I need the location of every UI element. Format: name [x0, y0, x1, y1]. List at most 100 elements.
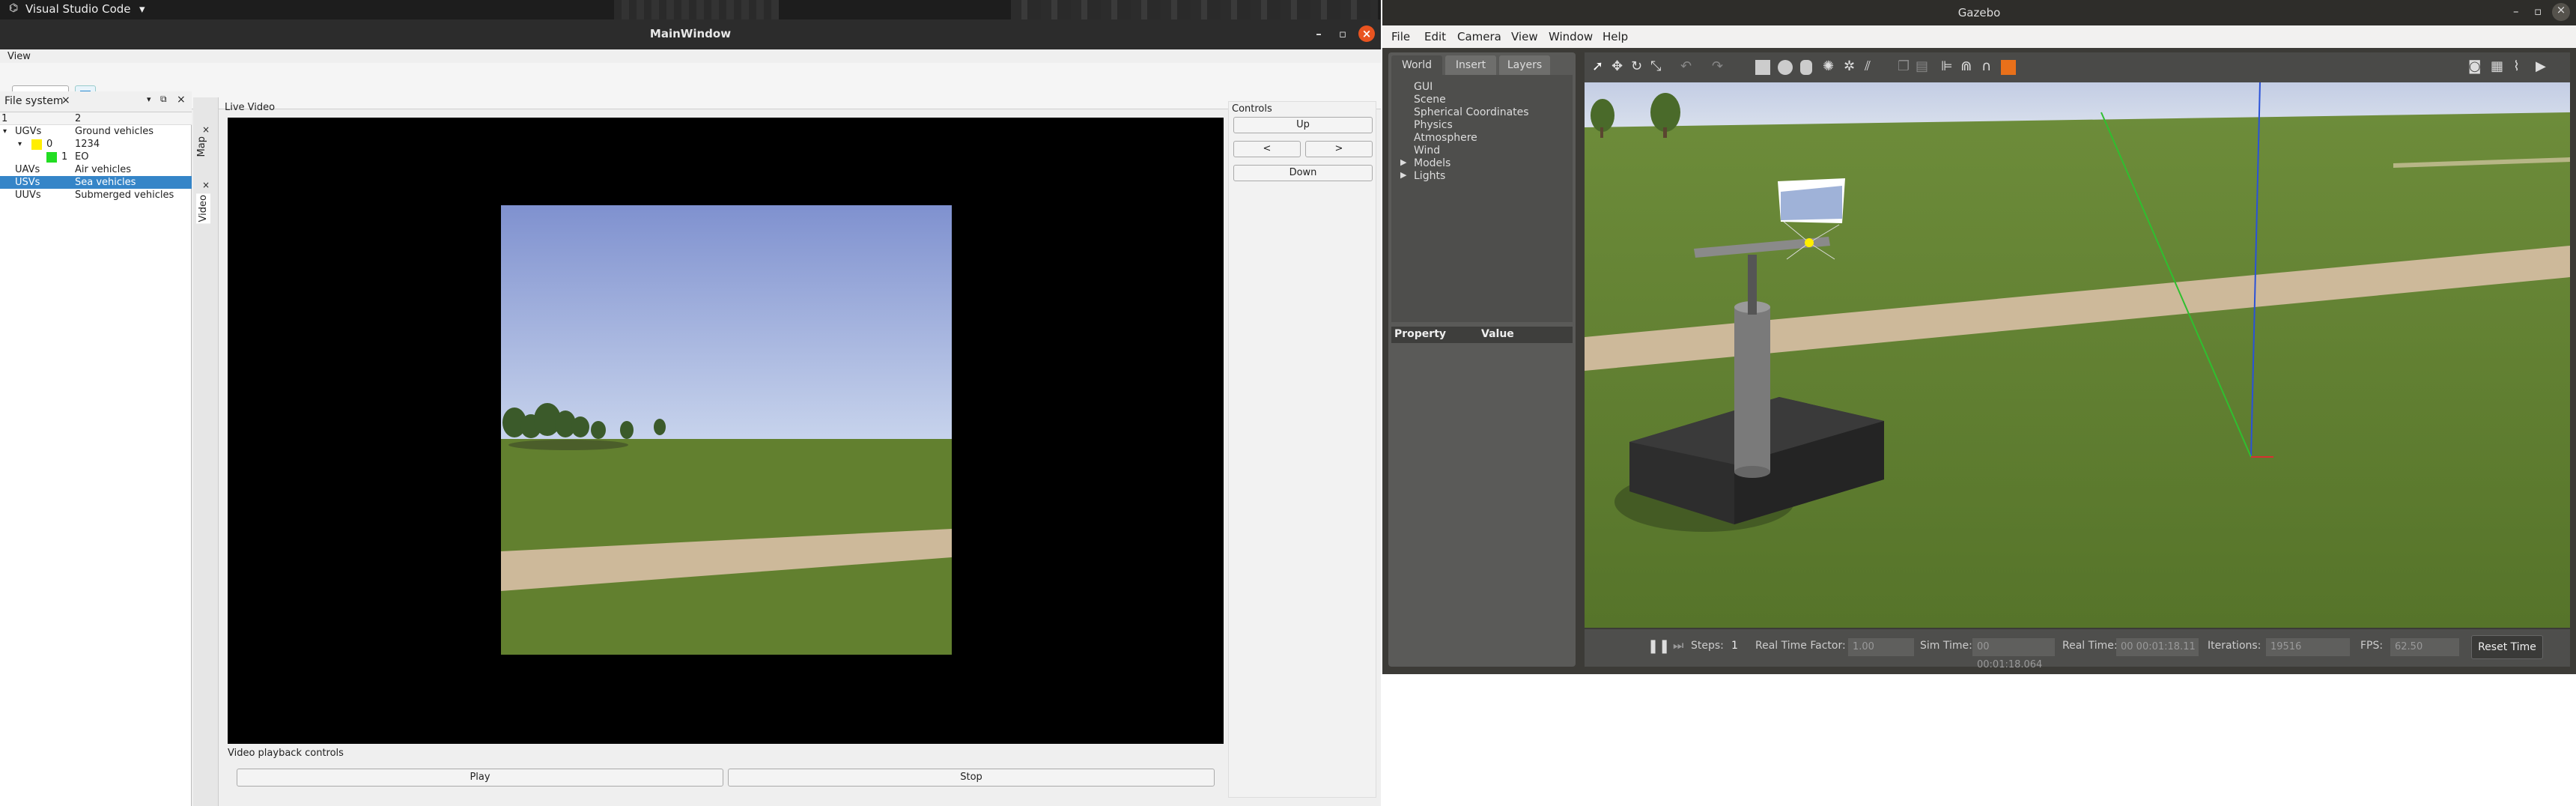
up-button[interactable]: Up: [1233, 117, 1373, 133]
property-header-row: Property Value: [1391, 327, 1573, 343]
dock-tab-title[interactable]: File system: [4, 95, 64, 107]
close-icon[interactable]: ×: [61, 94, 70, 106]
cylinder-shape-icon[interactable]: [1800, 60, 1812, 75]
menu-window[interactable]: Window: [1549, 30, 1593, 43]
world-item[interactable]: Models: [1414, 157, 1450, 169]
menu-help[interactable]: Help: [1603, 30, 1628, 43]
dock-header: File system × ▾ ⧉ ×: [0, 91, 192, 112]
active-app-menu[interactable]: Visual Studio Code: [25, 2, 131, 16]
gazebo-title: Gazebo: [1957, 6, 2001, 19]
select-tool-icon[interactable]: ➚: [1592, 58, 1603, 74]
world-item[interactable]: GUI: [1414, 81, 1433, 93]
chevron-right-icon[interactable]: ▶: [1400, 157, 1406, 167]
rtf-field: 1.00: [1848, 638, 1914, 656]
pause-icon[interactable]: ❚❚: [1647, 638, 1670, 654]
menu-edit[interactable]: Edit: [1424, 30, 1446, 43]
world-item[interactable]: Atmosphere: [1414, 132, 1477, 144]
step-icon[interactable]: ⏭: [1673, 638, 1683, 653]
close-icon[interactable]: ×: [2552, 3, 2570, 21]
tree-row[interactable]: 1 EO: [0, 151, 192, 163]
tab-layers[interactable]: Layers: [1499, 55, 1550, 75]
scale-tool-icon[interactable]: ⤡: [1650, 58, 1661, 74]
tree-cell: Air vehicles: [75, 164, 132, 175]
tab-video[interactable]: Video: [196, 193, 210, 224]
column-header[interactable]: 1: [1, 112, 7, 125]
tree-cell: UUVs: [15, 190, 41, 201]
tree-cell: Submerged vehicles: [75, 190, 174, 201]
tree-cell: 0: [46, 139, 53, 150]
tree-cell: UAVs: [15, 164, 40, 175]
world-item[interactable]: Scene: [1414, 94, 1446, 106]
play-button[interactable]: Play: [237, 769, 723, 787]
menu-camera[interactable]: Camera: [1457, 30, 1501, 43]
close-icon[interactable]: ×: [202, 124, 210, 135]
minimize-icon[interactable]: –: [1310, 25, 1327, 42]
translate-tool-icon[interactable]: ✥: [1611, 58, 1623, 74]
vehicle-tree: 1 2 ▾ UGVs Ground vehicles ▾ 0 1234 1 EO…: [0, 112, 192, 202]
tree-row[interactable]: UAVs Air vehicles: [0, 163, 192, 176]
fps-label: FPS:: [2360, 640, 2384, 652]
main-window: MainWindow – ▫ × View ▾ File system × ▾ …: [0, 19, 1381, 806]
tab-insert[interactable]: Insert: [1445, 55, 1496, 75]
menu-view[interactable]: View: [7, 51, 31, 62]
undo-icon[interactable]: ↶: [1680, 58, 1692, 74]
live-video-label: Live Video: [225, 102, 276, 113]
top-panel: ⌬ Visual Studio Code ▾: [0, 0, 1381, 19]
reset-time-button[interactable]: Reset Time: [2471, 635, 2543, 659]
chevron-down-icon[interactable]: ▾: [3, 125, 7, 138]
float-icon[interactable]: ⧉: [160, 94, 167, 105]
tree-row[interactable]: UUVs Submerged vehicles: [0, 189, 192, 202]
world-item[interactable]: Physics: [1414, 119, 1453, 131]
sim-time-field: 00 00:01:18.064: [1972, 638, 2055, 670]
box-shape-icon[interactable]: [1755, 60, 1770, 75]
plot-icon[interactable]: ⌇: [2513, 58, 2520, 74]
directional-light-icon[interactable]: ⫽: [1865, 58, 1871, 74]
chevron-down-icon[interactable]: ▾: [147, 94, 151, 104]
minimize-icon[interactable]: –: [2513, 4, 2519, 18]
column-header[interactable]: 2: [75, 112, 81, 125]
chevron-down-icon[interactable]: ▾: [18, 138, 22, 151]
spot-light-icon[interactable]: ✲: [1844, 58, 1855, 74]
screenshot-icon[interactable]: ◙: [2468, 58, 2481, 74]
redo-icon[interactable]: ↷: [1712, 58, 1723, 74]
close-icon[interactable]: ×: [1358, 25, 1375, 42]
paste-icon[interactable]: ▤: [1916, 58, 1928, 74]
rotate-tool-icon[interactable]: ↻: [1631, 58, 1642, 74]
right-button[interactable]: >: [1305, 141, 1373, 157]
world-item[interactable]: Spherical Coordinates: [1414, 106, 1529, 118]
video-record-icon[interactable]: ▶: [2536, 58, 2546, 74]
tree-row[interactable]: ▾ UGVs Ground vehicles: [0, 125, 192, 138]
point-light-icon[interactable]: ✺: [1823, 58, 1834, 74]
chevron-right-icon[interactable]: ▶: [1400, 170, 1406, 180]
close-icon[interactable]: ×: [202, 180, 210, 190]
camera-image: [501, 205, 952, 655]
tab-world[interactable]: World: [1391, 55, 1442, 75]
orange-select-icon[interactable]: [2001, 60, 2016, 75]
close-icon[interactable]: ×: [177, 94, 186, 106]
world-item[interactable]: Wind: [1414, 145, 1440, 157]
gazebo-3d-scene[interactable]: [1585, 82, 2570, 628]
snap-icon[interactable]: ⋒: [1960, 58, 1972, 74]
align-icon[interactable]: ⊫: [1941, 58, 1953, 74]
menu-file[interactable]: File: [1391, 30, 1410, 43]
magnet-icon[interactable]: ∩: [1981, 58, 1991, 74]
tab-map[interactable]: Map: [196, 136, 207, 157]
side-tab-bar: × Map × Video: [193, 97, 219, 806]
maximize-icon[interactable]: ▫: [2534, 4, 2542, 18]
maximize-icon[interactable]: ▫: [1334, 25, 1351, 42]
down-button[interactable]: Down: [1233, 165, 1373, 181]
scene-render: [1585, 82, 2570, 628]
left-button[interactable]: <: [1233, 141, 1301, 157]
sphere-shape-icon[interactable]: [1778, 60, 1793, 75]
stop-button[interactable]: Stop: [728, 769, 1215, 787]
gazebo-bottom-bar: ❚❚ ⏭ Steps: 1 Real Time Factor: 1.00 Sim…: [1585, 629, 2570, 670]
tree-row[interactable]: ▾ 0 1234: [0, 138, 192, 151]
real-time-label: Real Time:: [2062, 640, 2118, 652]
log-icon[interactable]: ▦: [2491, 58, 2503, 74]
copy-icon[interactable]: ❐: [1898, 58, 1910, 74]
menu-view[interactable]: View: [1511, 30, 1538, 43]
tree-row-selected[interactable]: USVs Sea vehicles: [0, 176, 192, 189]
tray-icons: [1011, 0, 1378, 19]
world-item[interactable]: Lights: [1414, 170, 1445, 182]
steps-value[interactable]: 1: [1731, 640, 1738, 652]
